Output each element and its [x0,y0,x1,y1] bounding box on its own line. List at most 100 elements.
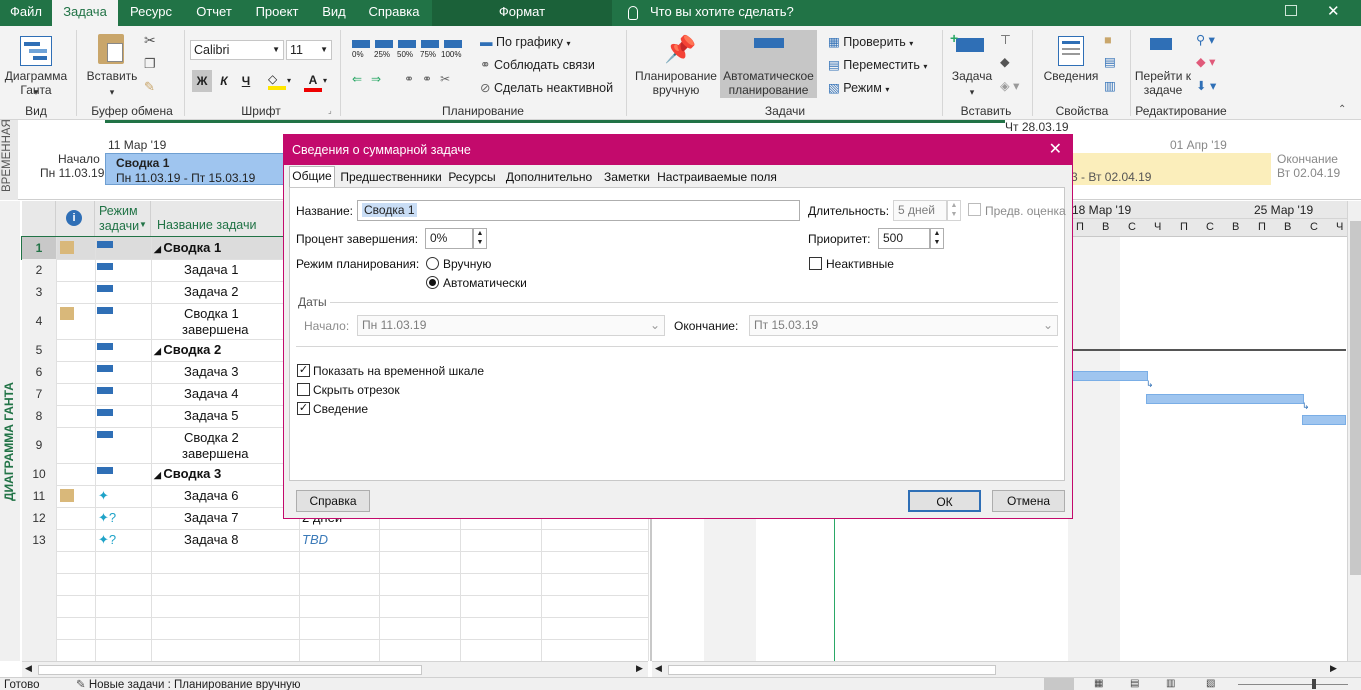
row-number[interactable]: 5 [22,339,56,361]
mode-auto-radio[interactable] [426,276,439,289]
row-number[interactable]: 1 [22,237,56,259]
task-name[interactable]: ◢ Сводка 1 [154,240,221,255]
dialog-launcher-icon[interactable]: ⌟ [328,106,332,115]
timeline-side-tab[interactable]: ВРЕМЕННАЯ [0,119,18,200]
cut-icon[interactable]: ✂ [144,32,156,48]
percent-0-icon[interactable] [352,40,370,48]
row-number[interactable]: 2 [22,259,56,281]
task-name[interactable]: Задача 3 [184,364,238,379]
timeline-bar-summary3[interactable]: 3 - Вт 02.04.19 [1065,153,1271,185]
tab-resource[interactable]: Ресурс [120,0,182,26]
row-number[interactable]: 12 [22,507,56,529]
inactive-checkbox[interactable] [809,257,822,270]
task-name[interactable]: ◢ Сводка 2 [154,342,221,357]
help-button[interactable]: Справка [296,490,370,512]
manual-schedule-button[interactable]: Планирование вручную [632,69,720,97]
details-icon[interactable]: ▤ [1104,54,1116,70]
zoom-slider-thumb[interactable] [1312,679,1316,689]
gantt-horizontal-scrollbar[interactable]: ◀ ▶ [652,661,1361,677]
insert-milestone-icon[interactable]: ◆ [1000,54,1010,70]
hide-bar-checkbox[interactable] [297,383,310,396]
percent-100-icon[interactable] [444,40,462,48]
view-team-icon[interactable]: ▤ [1130,678,1139,689]
duration-cell[interactable]: TBD [302,532,328,547]
name-column-header[interactable]: Название задачи [151,201,299,237]
task-name[interactable]: Задача 2 [184,284,238,299]
show-on-timeline-checkbox[interactable]: ✓ [297,364,310,377]
grid-horizontal-scrollbar[interactable]: ◀ ▶ [22,661,648,677]
task-name[interactable]: Задача 1 [184,262,238,277]
collapse-triangle-icon[interactable]: ◢ [154,346,163,356]
priority-input[interactable]: 500 [878,228,930,249]
task5-bar[interactable] [1302,415,1346,425]
respect-links-button[interactable]: ⚭ Соблюдать связи [480,57,595,73]
mode-button[interactable]: ▧ Режим ▾ [828,80,889,98]
tab-advanced[interactable]: Дополнительно [501,168,597,187]
task-name[interactable]: ◢ Сводка 3 [154,466,221,481]
task-name[interactable]: Задача 8 [184,532,238,547]
notes-icon[interactable]: ■ [1104,32,1112,48]
task-name[interactable]: Сводка 1 [184,306,239,321]
tab-resources[interactable]: Ресурсы [447,168,497,187]
insert-task-button[interactable]: Задача [946,69,998,83]
close-icon[interactable]: ✕ [1049,135,1062,165]
bold-button[interactable]: Ж [192,70,212,92]
collapse-ribbon-icon[interactable]: ⌃ [1338,104,1346,115]
tab-notes[interactable]: Заметки [601,168,653,187]
rollup-checkbox[interactable]: ✓ [297,402,310,415]
deliverable-icon[interactable]: ◈ ▾ [1000,78,1019,94]
copy-icon[interactable]: ❐ [144,56,156,72]
tab-project[interactable]: Проект [246,0,308,26]
tab-file[interactable]: Файл [0,0,52,26]
priority-spinner[interactable]: ▲ ▼ [930,228,944,249]
add-to-timeline-icon[interactable]: ▥ [1104,78,1116,94]
information-button[interactable]: Сведения [1040,69,1102,83]
scroll-thumb[interactable] [38,665,422,675]
tab-format[interactable]: Формат [432,0,612,26]
italic-button[interactable]: К [216,70,232,92]
task-name[interactable]: Задача 7 [184,510,238,525]
name-input[interactable]: Сводка 1 [357,200,800,221]
view-report-icon[interactable]: ▧ [1206,678,1215,689]
scroll-thumb[interactable] [668,665,996,675]
new-tasks-status[interactable]: ✎ Новые задачи : Планирование вручную [76,679,301,690]
find-icon[interactable]: ⚲ ▾ [1196,32,1215,48]
inspect-button[interactable]: ▦ Проверить ▾ [828,34,913,52]
inactivate-button[interactable]: ⊘ Сделать неактивной [480,80,613,96]
tab-general[interactable]: Общие [289,166,335,188]
chevron-down-icon[interactable]: ▾ [946,85,998,99]
gantt-side-tab[interactable]: ДИАГРАММА ГАНТА [0,201,20,661]
outline-indent-icons[interactable]: ⇐⇒ [352,72,390,86]
note-icon[interactable] [60,241,74,254]
info-column-header[interactable]: i [56,201,95,237]
row-number[interactable]: 8 [22,405,56,427]
mode-manual-radio[interactable] [426,257,439,270]
task-name[interactable]: Сводка 2 [184,430,239,445]
note-icon[interactable] [60,307,74,320]
tell-me-box[interactable]: Что вы хотите сделать? [628,0,794,26]
percent-25-icon[interactable] [375,40,393,48]
cancel-button[interactable]: Отмена [992,490,1065,512]
timeline-bar-summary1[interactable]: Сводка 1 Пн 11.03.19 - Пт 15.03.19 [105,153,285,185]
row-number[interactable]: 11 [22,485,56,507]
scroll-left-icon[interactable]: ◀ [655,663,662,674]
task4-bar[interactable] [1146,394,1304,404]
chevron-down-icon[interactable]: ▾ [82,85,142,99]
task-name[interactable]: Задача 6 [184,488,238,503]
paste-button[interactable]: Вставить [82,69,142,83]
restore-icon[interactable] [1285,5,1297,16]
chevron-down-icon[interactable]: ▾ [323,76,327,85]
font-size-select[interactable]: 11 ▼ [286,40,332,60]
format-painter-icon[interactable]: ✎ [144,79,155,95]
collapse-triangle-icon[interactable]: ◢ [154,470,163,480]
tab-help[interactable]: Справка [360,0,428,26]
percent-input[interactable]: 0% [425,228,473,249]
duration-spinner[interactable]: ▲ ▼ [947,200,961,221]
start-date-select[interactable]: Пн 11.03.19 ⌄ [357,315,665,336]
row-number[interactable]: 9 [22,427,56,463]
chevron-down-icon[interactable]: ▾ [287,76,291,85]
zoom-slider[interactable] [1238,684,1348,685]
font-name-select[interactable]: Calibri ▼ [190,40,284,60]
collapse-triangle-icon[interactable]: ◢ [154,244,163,254]
percent-50-icon[interactable] [398,40,416,48]
